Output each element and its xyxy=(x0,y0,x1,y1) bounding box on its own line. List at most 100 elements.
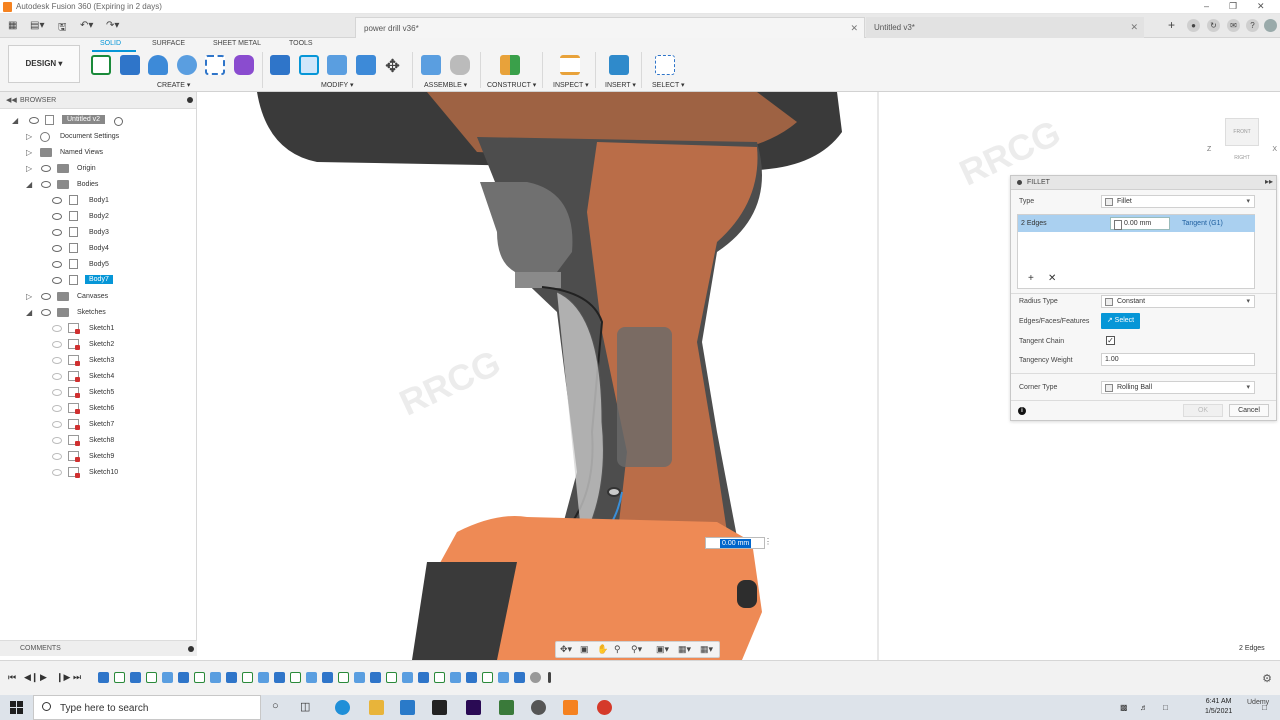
tree-body[interactable]: Body4 xyxy=(52,242,192,256)
hidden-eye-icon[interactable] xyxy=(52,357,62,364)
expand-icon[interactable]: ◢ xyxy=(26,180,32,189)
visibility-eye-icon[interactable] xyxy=(52,197,62,204)
hidden-eye-icon[interactable] xyxy=(52,405,62,412)
insert-image-icon[interactable] xyxy=(609,55,629,75)
workspace-switcher[interactable]: DESIGN ▾ xyxy=(8,45,80,83)
volume-icon[interactable]: ♬ xyxy=(1140,703,1148,712)
continuity-select[interactable]: Tangent (G1) xyxy=(1182,220,1223,227)
tree-body[interactable]: Body5 xyxy=(52,258,192,272)
timeline-feature-fillet[interactable] xyxy=(162,672,173,683)
timeline-feature-fillet[interactable] xyxy=(402,672,413,683)
network-icon[interactable]: ▩ xyxy=(1120,703,1128,712)
tree-body[interactable]: Body1 xyxy=(52,194,192,208)
tree-body[interactable]: Body2 xyxy=(52,210,192,224)
viewcube-face[interactable]: FRONT RIGHT xyxy=(1225,118,1259,161)
add-comment-icon[interactable] xyxy=(188,646,194,652)
go-to-start-icon[interactable]: ⏮ xyxy=(8,672,16,683)
premiere-pro-icon[interactable] xyxy=(466,700,481,715)
help-icon[interactable]: ? xyxy=(1246,19,1259,32)
move-copy-icon[interactable]: ✥ xyxy=(385,56,400,77)
taskbar-search-input[interactable]: Type here to search xyxy=(33,695,261,720)
zoom-icon[interactable]: ⚲ xyxy=(614,644,621,655)
undo-icon[interactable]: ↶▾ xyxy=(80,20,93,31)
windows-start-icon[interactable] xyxy=(10,701,23,714)
construct-menu[interactable]: CONSTRUCT ▾ xyxy=(487,81,536,89)
collapse-icon[interactable]: ◀◀ xyxy=(6,96,17,104)
expand-icon[interactable]: ▷ xyxy=(26,132,32,141)
cortana-icon[interactable]: ○ xyxy=(272,700,279,712)
timeline-feature-extrude[interactable] xyxy=(226,672,237,683)
look-at-icon[interactable]: ▣ xyxy=(580,644,589,655)
tree-document-settings[interactable]: ▷ Document Settings xyxy=(26,130,196,144)
timeline-feature-fillet[interactable] xyxy=(258,672,269,683)
add-edge-set-button[interactable]: + xyxy=(1028,273,1034,284)
insert-menu[interactable]: INSERT ▾ xyxy=(605,81,636,89)
viewports-icon[interactable]: ▦▾ xyxy=(700,644,713,655)
activate-radio-icon[interactable] xyxy=(114,117,123,126)
hidden-eye-icon[interactable] xyxy=(52,421,62,428)
expand-icon[interactable]: ▷ xyxy=(26,148,32,157)
tab-solid[interactable]: SOLID xyxy=(100,40,121,47)
timeline-feature-sketch[interactable] xyxy=(194,672,205,683)
tab-surface[interactable]: SURFACE xyxy=(152,40,185,47)
tree-sketch[interactable]: Sketch1 xyxy=(52,322,192,336)
obs-icon[interactable] xyxy=(531,700,546,715)
tree-sketch[interactable]: Sketch4 xyxy=(52,370,192,384)
tab-untitled[interactable]: Untitled v3* ✕ xyxy=(866,17,1144,38)
app-icon[interactable] xyxy=(499,700,514,715)
timeline-feature-extrude[interactable] xyxy=(130,672,141,683)
timeline-feature-sketch[interactable] xyxy=(482,672,493,683)
chamfer-icon[interactable] xyxy=(327,55,347,75)
orbit-icon[interactable]: ✥▾ xyxy=(560,644,572,655)
timeline-feature-sketch[interactable] xyxy=(114,672,125,683)
file-menu-icon[interactable]: ▤▾ xyxy=(30,20,44,31)
viewcube[interactable]: FRONT RIGHT Z X xyxy=(1207,110,1277,161)
tree-root[interactable]: ◢ Untitled v2 xyxy=(12,114,192,128)
hidden-eye-icon[interactable] xyxy=(52,373,62,380)
tangency-weight-input[interactable]: 1.00 xyxy=(1101,353,1255,366)
tree-sketch[interactable]: Sketch9 xyxy=(52,450,192,464)
visibility-eye-icon[interactable] xyxy=(41,165,51,172)
timeline-feature-sketch[interactable] xyxy=(434,672,445,683)
create-menu[interactable]: CREATE ▾ xyxy=(157,81,190,89)
inspect-menu[interactable]: INSPECT ▾ xyxy=(553,81,589,89)
hidden-eye-icon[interactable] xyxy=(52,389,62,396)
tree-sketch[interactable]: Sketch6 xyxy=(52,402,192,416)
pattern-icon[interactable] xyxy=(205,55,225,75)
data-panel-icon[interactable]: ▦ xyxy=(8,20,17,31)
select-edges-button[interactable]: ↗ Select xyxy=(1101,313,1140,329)
timeline-feature-extrude[interactable] xyxy=(178,672,189,683)
tree-body[interactable]: Body3 xyxy=(52,226,192,240)
visibility-eye-icon[interactable] xyxy=(29,117,39,124)
timeline-feature-extrude[interactable] xyxy=(322,672,333,683)
timeline-feature-extrude[interactable] xyxy=(370,672,381,683)
edge-set-row[interactable]: 2 Edges 0.00 mm Tangent (G1) xyxy=(1018,215,1255,232)
fillet-dialog-header[interactable]: FILLET ▸▸ xyxy=(1011,176,1276,190)
visibility-eye-icon[interactable] xyxy=(41,309,51,316)
redo-icon[interactable]: ↷▾ xyxy=(106,20,119,31)
tree-sketch[interactable]: Sketch8 xyxy=(52,434,192,448)
tab-power-drill[interactable]: power drill v36* ✕ xyxy=(355,17,865,38)
joint-icon[interactable] xyxy=(450,55,470,75)
cancel-button[interactable]: Cancel xyxy=(1229,404,1269,417)
visibility-eye-icon[interactable] xyxy=(41,293,51,300)
step-back-icon[interactable]: ◀❙ xyxy=(24,672,38,683)
select-window-icon[interactable] xyxy=(655,55,675,75)
comments-panel[interactable]: COMMENTS xyxy=(0,640,197,656)
tree-sketch[interactable]: Sketch10 xyxy=(52,466,192,480)
hole-icon[interactable] xyxy=(177,55,197,75)
ok-button[interactable]: OK xyxy=(1183,404,1223,417)
minimize-icon[interactable]: – xyxy=(1204,1,1209,11)
timeline-feature-sketch[interactable] xyxy=(290,672,301,683)
fillet-manipulator-icon[interactable] xyxy=(607,487,621,497)
notification-center-icon[interactable]: □ xyxy=(1262,703,1267,712)
expand-icon[interactable]: ▷ xyxy=(26,292,32,301)
expand-icon[interactable]: ▷ xyxy=(26,164,32,173)
timeline-feature-extrude[interactable] xyxy=(418,672,429,683)
restore-icon[interactable]: ❐ xyxy=(1229,1,1237,12)
timeline-feature-fillet[interactable] xyxy=(450,672,461,683)
tree-sketches[interactable]: ◢ Sketches xyxy=(26,306,196,320)
tree-body-selected[interactable]: Body7 xyxy=(52,274,192,288)
play-icon[interactable]: ▶ xyxy=(40,672,47,683)
visibility-eye-icon[interactable] xyxy=(52,261,62,268)
